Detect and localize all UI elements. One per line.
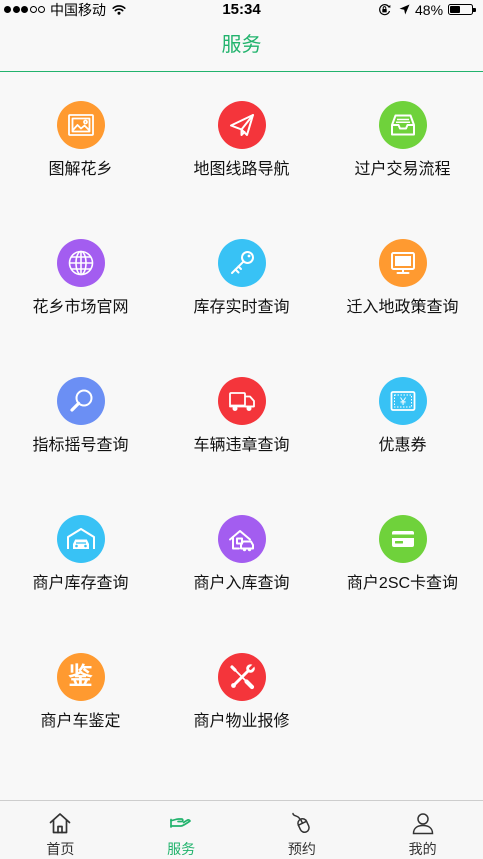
inbox-tray-icon (378, 101, 427, 149)
person-icon (412, 813, 433, 835)
rotation-lock-icon (379, 4, 391, 16)
service-merchant-2sc-card[interactable]: 商户2SC卡查询 (322, 515, 483, 653)
tools-icon (217, 653, 266, 701)
tab-profile[interactable]: 我的 (362, 801, 483, 859)
service-relocation-policy[interactable]: 迁入地政策查询 (322, 239, 483, 377)
magnifier-icon (56, 377, 105, 425)
service-label: 商户2SC卡查询 (346, 575, 459, 592)
service-coupons[interactable]: ¥ 优惠券 (322, 377, 483, 515)
service-realtime-inventory[interactable]: 库存实时查询 (161, 239, 322, 377)
status-bar: 中国移动 15:34 48% (0, 0, 483, 20)
service-market-website[interactable]: 花乡市场官网 (0, 239, 161, 377)
location-arrow-icon (399, 4, 410, 15)
garage-car-icon (56, 515, 105, 563)
appraisal-icon: 鉴 (56, 653, 105, 701)
tab-label: 预约 (287, 841, 316, 857)
battery-icon (448, 4, 476, 15)
service-label: 图解花乡 (48, 161, 113, 178)
home-icon (50, 813, 71, 834)
service-map-navigation[interactable]: 地图线路导航 (161, 101, 322, 239)
service-label: 商户物业报修 (193, 713, 290, 730)
globe-icon (56, 239, 105, 287)
card-icon (378, 515, 427, 563)
service-label: 指标摇号查询 (32, 437, 129, 454)
tab-services[interactable]: 服务 (121, 801, 242, 859)
service-traffic-violation-query[interactable]: 车辆违章查询 (161, 377, 322, 515)
service-label: 地图线路导航 (193, 161, 290, 178)
picture-icon (56, 101, 105, 149)
tab-label: 我的 (408, 841, 437, 857)
service-label: 花乡市场官网 (32, 299, 129, 316)
service-icon (170, 818, 191, 828)
service-grid: 图解花乡 地图线路导航 过户交易流程 花乡市场官网 库存实时查询 迁入地政策查询 (0, 72, 483, 791)
mouse-icon (292, 812, 310, 834)
service-label: 商户入库查询 (193, 575, 290, 592)
service-label: 迁入地政策查询 (346, 299, 459, 316)
tab-label: 服务 (167, 841, 196, 857)
service-merchant-inventory[interactable]: 商户库存查询 (0, 515, 161, 653)
page-header: 服务 (0, 20, 483, 72)
paper-plane-icon (217, 101, 266, 149)
service-transfer-process[interactable]: 过户交易流程 (322, 101, 483, 239)
tab-appointment[interactable]: 预约 (242, 801, 363, 859)
service-merchant-car-appraisal[interactable]: 鉴 商户车鉴定 (0, 653, 161, 791)
ticket-icon: ¥ (378, 377, 427, 425)
service-quota-lottery-query[interactable]: 指标摇号查询 (0, 377, 161, 515)
battery-level (450, 6, 461, 13)
tab-bar: 首页 服务 预约 我的 (0, 800, 483, 859)
service-label: 库存实时查询 (193, 299, 290, 316)
service-merchant-stock-in[interactable]: 商户入库查询 (161, 515, 322, 653)
yen-glyph: ¥ (398, 396, 406, 408)
tab-home[interactable]: 首页 (0, 801, 121, 859)
service-label: 商户车鉴定 (40, 713, 121, 730)
service-label: 优惠券 (378, 437, 427, 454)
battery-percent: 48% (415, 2, 444, 18)
service-label: 过户交易流程 (354, 161, 451, 178)
service-label: 车辆违章查询 (193, 437, 290, 454)
service-label: 商户库存查询 (32, 575, 129, 592)
key-icon (217, 239, 266, 287)
service-illustrated-huaxiang[interactable]: 图解花乡 (0, 101, 161, 239)
house-car-icon (217, 515, 266, 563)
truck-icon (217, 377, 266, 425)
service-merchant-property-repair[interactable]: 商户物业报修 (161, 653, 322, 791)
appraisal-glyph: 鉴 (68, 663, 93, 690)
status-time: 15:34 (222, 1, 261, 18)
page-title: 服务 (221, 34, 262, 56)
monitor-icon (378, 239, 427, 287)
tab-label: 首页 (46, 841, 75, 857)
